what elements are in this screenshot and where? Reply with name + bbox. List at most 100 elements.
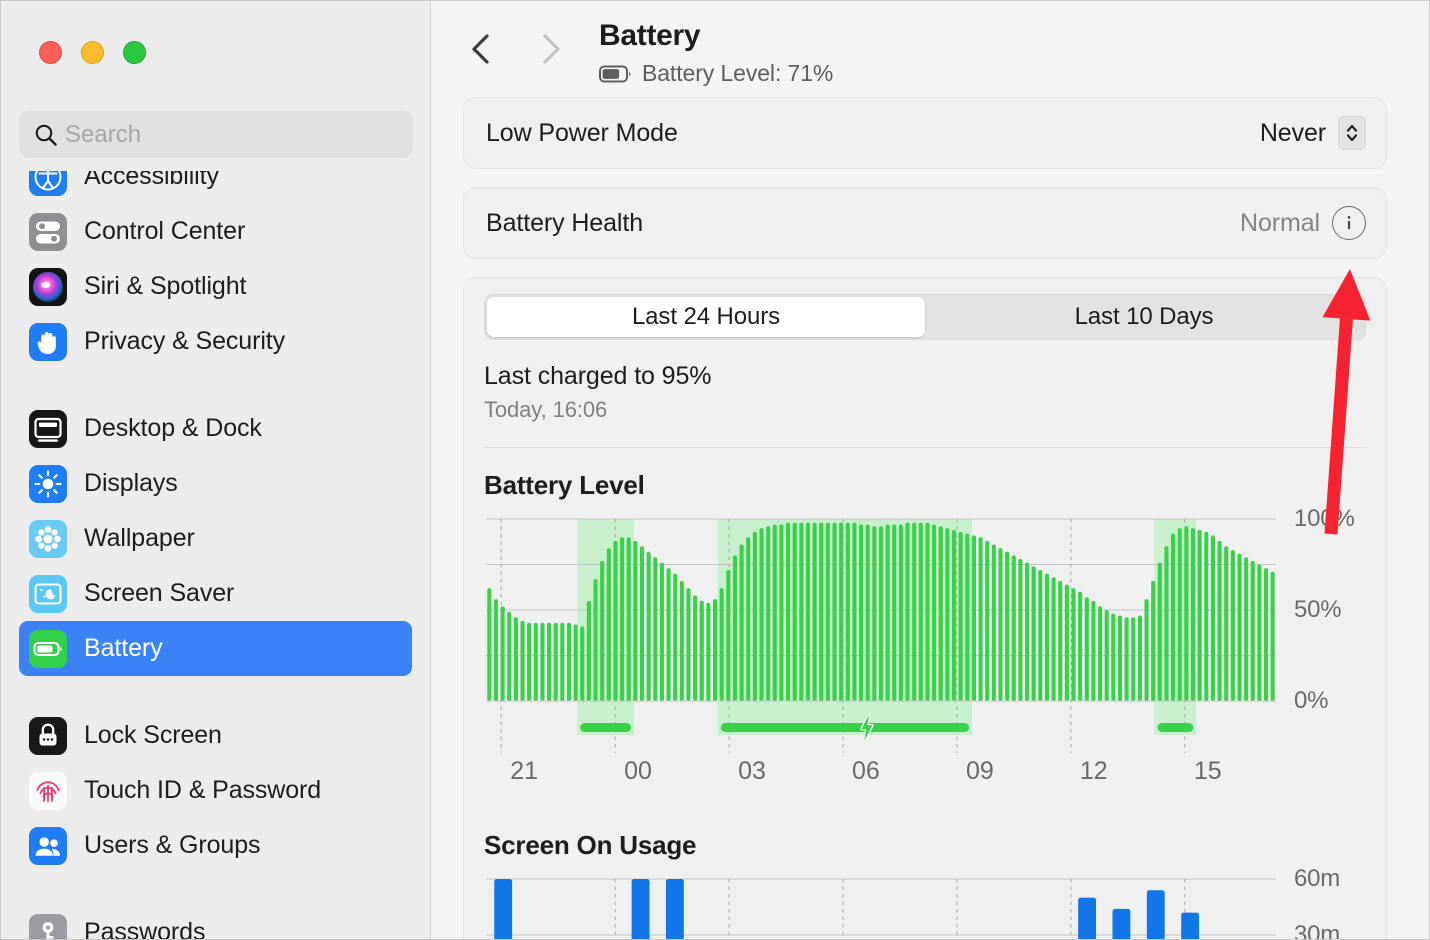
battery-bar (699, 600, 704, 701)
battery-health-info-button[interactable] (1332, 206, 1366, 240)
battery-bar (719, 588, 724, 701)
battery-bar (1184, 526, 1189, 701)
x-tick-label: 06 (852, 757, 880, 785)
sidebar-item-lock-screen[interactable]: Lock Screen (19, 708, 412, 763)
battery-bar (540, 622, 545, 701)
back-button[interactable] (459, 27, 503, 71)
battery-bar (978, 537, 983, 701)
screen-on-usage-chart-title: Screen On Usage (484, 830, 697, 860)
y-tick-label: 100% (1294, 505, 1355, 532)
forward-button[interactable] (529, 27, 573, 71)
battery-bar (686, 588, 691, 701)
battery-bar (620, 537, 625, 701)
battery-bar (1197, 529, 1202, 701)
sidebar-item-screen-saver[interactable]: Screen Saver (19, 566, 412, 621)
sidebar-scroll-area[interactable]: Accessibility Control Center Siri & Spot… (1, 171, 430, 939)
battery-bar (659, 562, 664, 701)
close-button[interactable] (39, 41, 62, 64)
search-input[interactable] (65, 111, 399, 158)
battery-level-chart-title: Battery Level (484, 470, 645, 500)
battery-icon (599, 65, 631, 82)
battery-bar (805, 522, 811, 701)
battery-bar (487, 588, 492, 701)
tab-last-10-days[interactable]: Last 10 Days (925, 297, 1363, 337)
battery-bar (1051, 577, 1056, 701)
battery-bar (1157, 562, 1162, 701)
battery-bar (759, 528, 764, 701)
battery-bar (653, 557, 658, 701)
battery-bar (1031, 566, 1036, 701)
battery-health-row: Battery Health Normal (464, 188, 1386, 258)
chevron-up-down-icon (1346, 124, 1358, 142)
low-power-mode-row[interactable]: Low Power Mode Never (464, 98, 1386, 168)
sidebar-item-privacy-security[interactable]: Privacy & Security (19, 314, 412, 369)
battery-bar (732, 555, 738, 701)
battery-bar (666, 568, 671, 701)
maximize-button[interactable] (123, 41, 146, 64)
tab-last-24-hours[interactable]: Last 24 Hours (487, 297, 925, 337)
minimize-button[interactable] (81, 41, 104, 64)
battery-bar (998, 548, 1003, 701)
battery-bar (679, 580, 684, 701)
sidebar-item-users-groups[interactable]: Users & Groups (19, 818, 412, 873)
low-power-mode-control[interactable]: Never (1260, 116, 1366, 150)
battery-bar (912, 522, 917, 701)
sidebar-item-accessibility[interactable]: Accessibility (19, 171, 412, 204)
settings-scroll-area[interactable]: Low Power Mode Never Battery Health Norm… (431, 97, 1429, 939)
sidebar-item-battery[interactable]: Battery (19, 621, 412, 676)
battery-bar (872, 526, 877, 701)
battery-bar (812, 522, 817, 701)
battery-level-chart: 2100030609121518 100%50%0% (484, 505, 1366, 808)
battery-bar (1217, 540, 1222, 701)
sidebar-item-passwords[interactable]: Passwords (19, 905, 412, 939)
battery-bar (1064, 584, 1069, 701)
battery-bar (1011, 555, 1016, 701)
sidebar-item-control-center[interactable]: Control Center (19, 204, 412, 259)
battery-bar (706, 602, 711, 701)
battery-bar (892, 524, 897, 701)
sidebar-item-wallpaper[interactable]: Wallpaper (19, 511, 412, 566)
low-power-mode-card: Low Power Mode Never (463, 97, 1387, 169)
screen-on-usage-y-axis: 60m 30m (1294, 865, 1386, 939)
y-tick-label: 0% (1294, 687, 1329, 714)
battery-health-card: Battery Health Normal (463, 187, 1387, 259)
sidebar-item-touch-id-password[interactable]: Touch ID & Password (19, 763, 412, 818)
battery-bar (500, 606, 505, 701)
y-tick-label: 60m (1294, 865, 1341, 892)
low-power-mode-label: Low Power Mode (486, 118, 678, 147)
battery-bar (1244, 557, 1249, 701)
x-tick-label: 12 (1080, 757, 1108, 785)
sidebar-item-siri-spotlight[interactable]: Siri & Spotlight (19, 259, 412, 314)
sidebar-group-separator (19, 873, 412, 905)
screen-on-usage-chart: 60m 30m (484, 865, 1366, 939)
battery-bar (965, 533, 970, 701)
sidebar-item-desktop-dock[interactable]: Desktop & Dock (19, 401, 412, 456)
sidebar-item-label: Passwords (84, 918, 206, 939)
battery-icon (29, 629, 67, 668)
battery-bar (878, 526, 884, 701)
battery-bar (1024, 562, 1030, 701)
search-icon (35, 124, 57, 146)
low-power-mode-popup-stepper[interactable] (1338, 116, 1366, 150)
control-center-icon (29, 212, 67, 251)
battery-bar (752, 531, 757, 701)
sidebar-item-label: Desktop & Dock (84, 414, 262, 442)
battery-bar (1091, 600, 1096, 701)
battery-bar (1190, 528, 1196, 701)
sidebar-item-label: Lock Screen (84, 721, 222, 749)
battery-bar (792, 522, 797, 701)
screen-on-usage-plot (486, 878, 1300, 939)
battery-bar (639, 546, 645, 701)
battery-bar (613, 540, 618, 701)
battery-bar (958, 531, 963, 701)
charging-indicator-2 (1157, 723, 1194, 732)
battery-bar (925, 522, 930, 701)
sidebar-item-displays[interactable]: Displays (19, 456, 412, 511)
battery-bar (1237, 553, 1242, 701)
screen-usage-bar (494, 879, 513, 939)
search-field[interactable] (19, 111, 413, 158)
sidebar-group-separator (19, 369, 412, 401)
sidebar-item-label: Users & Groups (84, 831, 261, 859)
passwords-key-icon (29, 913, 67, 939)
usage-range-segmented-control[interactable]: Last 24 Hours Last 10 Days (484, 294, 1366, 340)
